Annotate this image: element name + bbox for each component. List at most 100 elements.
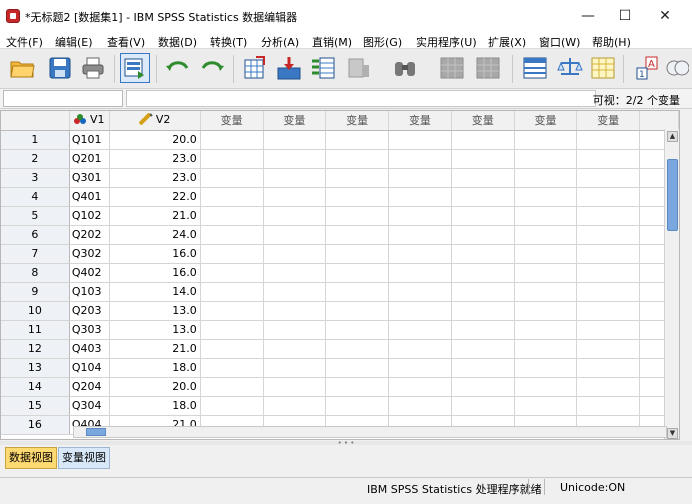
empty-cell[interactable]	[576, 358, 641, 378]
empty-cell[interactable]	[263, 225, 327, 245]
tab-variable-view[interactable]: 变量视图	[58, 447, 110, 469]
row-number[interactable]: 12	[1, 339, 70, 359]
empty-cell[interactable]	[388, 339, 452, 359]
empty-cell[interactable]	[388, 282, 452, 302]
empty-cell[interactable]	[263, 206, 327, 226]
cell-v2[interactable]: 16.0	[109, 263, 201, 283]
empty-cell[interactable]	[200, 396, 264, 416]
column-header-empty[interactable]: 变量	[451, 111, 515, 131]
empty-cell[interactable]	[576, 282, 641, 302]
cell-v1[interactable]: Q402	[69, 263, 110, 283]
empty-cell[interactable]	[576, 377, 641, 397]
cell-v2[interactable]: 22.0	[109, 187, 201, 207]
cell-v1[interactable]: Q102	[69, 206, 110, 226]
empty-cell[interactable]	[200, 320, 264, 340]
empty-cell[interactable]	[388, 263, 452, 283]
goto-variable-icon[interactable]	[274, 53, 304, 83]
cell-v1[interactable]: Q301	[69, 168, 110, 188]
empty-cell[interactable]	[451, 339, 515, 359]
empty-cell[interactable]	[514, 206, 578, 226]
value-labels-icon[interactable]: A1	[632, 53, 662, 83]
column-header-empty[interactable]: 变量	[514, 111, 578, 131]
horizontal-scroll-thumb[interactable]	[86, 428, 106, 436]
cell-v2[interactable]: 18.0	[109, 358, 201, 378]
row-number[interactable]: 10	[1, 301, 70, 321]
row-number[interactable]: 9	[1, 282, 70, 302]
empty-cell[interactable]	[325, 225, 390, 245]
open-folder-icon[interactable]	[8, 53, 38, 83]
split-file-icon[interactable]	[520, 53, 550, 83]
empty-cell[interactable]	[388, 149, 452, 169]
insert-cases-icon[interactable]	[437, 53, 467, 83]
insert-variable-icon[interactable]	[473, 53, 503, 83]
empty-cell[interactable]	[451, 149, 515, 169]
empty-cell[interactable]	[514, 339, 578, 359]
empty-cell[interactable]	[514, 149, 578, 169]
empty-cell[interactable]	[388, 244, 452, 264]
empty-cell[interactable]	[263, 187, 327, 207]
empty-cell[interactable]	[325, 149, 390, 169]
empty-cell[interactable]	[576, 339, 641, 359]
menu-file[interactable]: 文件(F)	[6, 34, 43, 50]
column-header-empty[interactable]: 变量	[576, 111, 641, 131]
maximize-button[interactable]: ☐	[615, 8, 635, 24]
menu-view[interactable]: 查看(V)	[107, 34, 145, 50]
save-icon[interactable]	[45, 53, 75, 83]
empty-cell[interactable]	[263, 130, 327, 150]
column-header-empty[interactable]: 变量	[325, 111, 390, 131]
empty-cell[interactable]	[325, 377, 390, 397]
empty-cell[interactable]	[325, 320, 390, 340]
cell-v1[interactable]: Q401	[69, 187, 110, 207]
empty-cell[interactable]	[263, 263, 327, 283]
menu-direct-marketing[interactable]: 直销(M)	[312, 34, 352, 50]
menu-extensions[interactable]: 扩展(X)	[488, 34, 526, 50]
empty-cell[interactable]	[263, 358, 327, 378]
empty-cell[interactable]	[576, 187, 641, 207]
empty-cell[interactable]	[200, 168, 264, 188]
empty-cell[interactable]	[514, 130, 578, 150]
print-icon[interactable]	[78, 53, 108, 83]
empty-cell[interactable]	[451, 377, 515, 397]
empty-cell[interactable]	[514, 187, 578, 207]
cell-v1[interactable]: Q202	[69, 225, 110, 245]
row-number[interactable]: 15	[1, 396, 70, 416]
empty-cell[interactable]	[388, 301, 452, 321]
empty-cell[interactable]	[388, 396, 452, 416]
menu-graphs[interactable]: 图形(G)	[363, 34, 402, 50]
empty-cell[interactable]	[451, 320, 515, 340]
menu-help[interactable]: 帮助(H)	[592, 34, 631, 50]
row-number[interactable]: 6	[1, 225, 70, 245]
empty-cell[interactable]	[388, 225, 452, 245]
empty-cell[interactable]	[576, 301, 641, 321]
redo-icon[interactable]	[197, 53, 227, 83]
scroll-down-arrow-icon[interactable]: ▼	[667, 428, 678, 439]
column-header-empty[interactable]: 变量	[388, 111, 452, 131]
empty-cell[interactable]	[263, 320, 327, 340]
title-bar[interactable]: *无标题2 [数据集1] - IBM SPSS Statistics 数据编辑器…	[0, 0, 692, 32]
empty-cell[interactable]	[576, 396, 641, 416]
cell-v2[interactable]: 14.0	[109, 282, 201, 302]
empty-cell[interactable]	[200, 358, 264, 378]
cell-v1[interactable]: Q203	[69, 301, 110, 321]
empty-cell[interactable]	[514, 377, 578, 397]
empty-cell[interactable]	[514, 396, 578, 416]
empty-cell[interactable]	[576, 320, 641, 340]
goto-case-icon[interactable]	[240, 53, 270, 83]
empty-cell[interactable]	[388, 377, 452, 397]
empty-cell[interactable]	[514, 282, 578, 302]
weight-cases-icon[interactable]	[555, 53, 585, 83]
empty-cell[interactable]	[200, 301, 264, 321]
cell-v2[interactable]: 21.0	[109, 206, 201, 226]
empty-cell[interactable]	[200, 225, 264, 245]
empty-cell[interactable]	[325, 130, 390, 150]
cell-v1[interactable]: Q204	[69, 377, 110, 397]
empty-cell[interactable]	[514, 358, 578, 378]
run-descriptive-icon[interactable]	[344, 53, 374, 83]
menu-data[interactable]: 数据(D)	[158, 34, 197, 50]
empty-cell[interactable]	[388, 320, 452, 340]
cell-v1[interactable]: Q201	[69, 149, 110, 169]
empty-cell[interactable]	[451, 168, 515, 188]
cell-v2[interactable]: 24.0	[109, 225, 201, 245]
variables-icon[interactable]	[308, 53, 338, 83]
empty-cell[interactable]	[325, 396, 390, 416]
